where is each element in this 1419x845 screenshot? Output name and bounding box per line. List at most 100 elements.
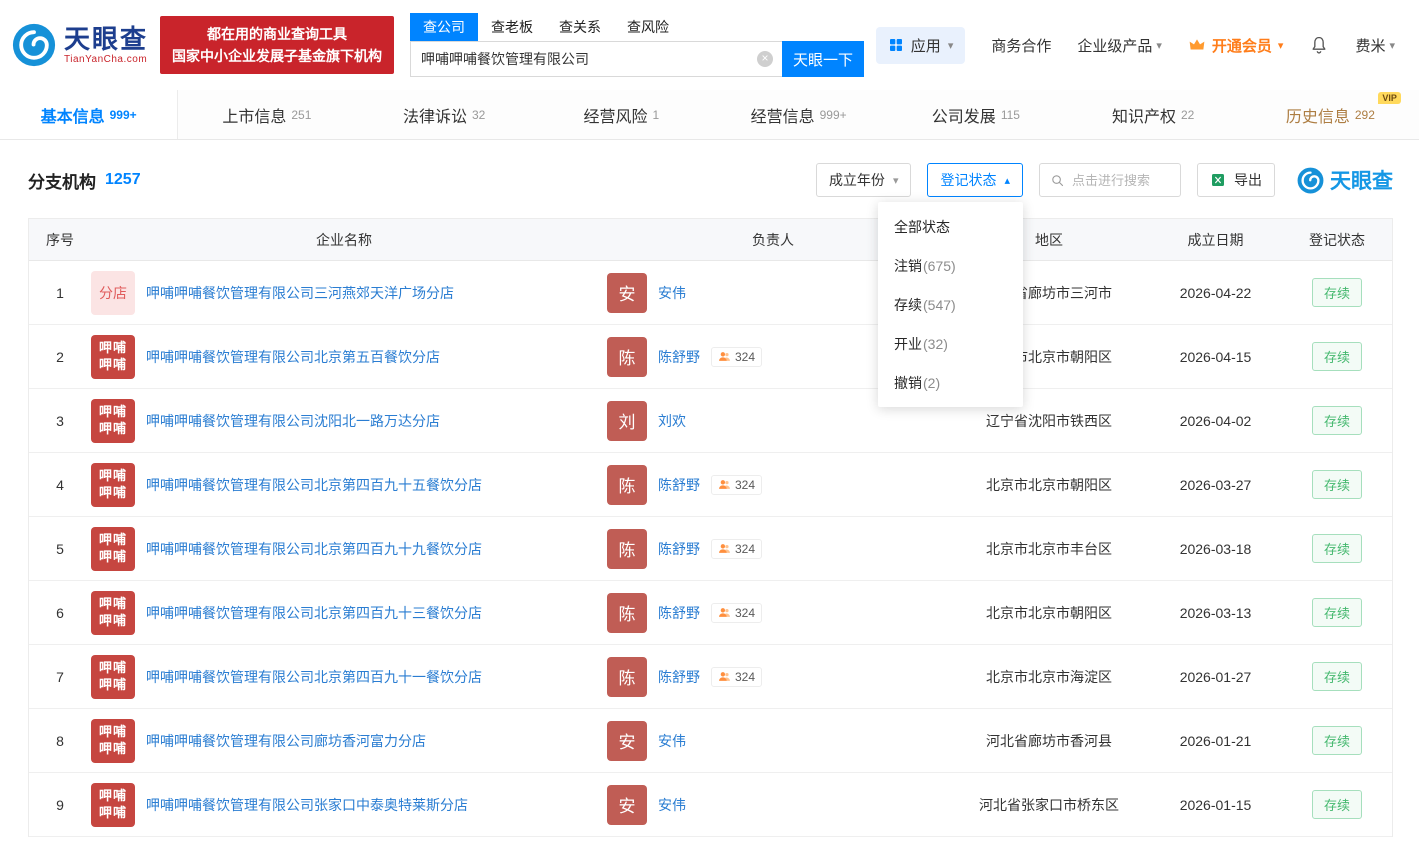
region-cell: 辽宁省沈阳市铁西区 <box>949 411 1149 431</box>
company-name-link[interactable]: 呷哺呷哺餐饮管理有限公司北京第五百餐饮分店 <box>146 347 440 367</box>
partner-count-badge[interactable]: 324 <box>711 539 762 559</box>
status-dropdown-item[interactable]: 开业 (32) <box>878 324 1023 363</box>
nav-tab[interactable]: 经营信息 999+ <box>710 90 887 139</box>
search-button[interactable]: 天眼一下 <box>782 41 864 77</box>
partner-count-badge[interactable]: 324 <box>711 603 762 623</box>
partner-count-badge[interactable]: 324 <box>711 667 762 687</box>
company-name-link[interactable]: 呷哺呷哺餐饮管理有限公司廊坊香河富力分店 <box>146 731 426 751</box>
nav-tab-label: 经营信息 <box>751 103 815 127</box>
person-name-link[interactable]: 安伟 <box>658 283 686 303</box>
status-option-count: (2) <box>923 375 940 391</box>
company-name-link[interactable]: 呷哺呷哺餐饮管理有限公司张家口中泰奥特莱斯分店 <box>146 795 468 815</box>
apps-menu-button[interactable]: 应用 ▾ <box>876 27 966 64</box>
top-header: 天眼查 TianYanCha.com 都在用的商业查询工具 国家中小企业发展子基… <box>0 0 1419 90</box>
person-avatar[interactable]: 陈 <box>607 337 647 377</box>
nav-tab[interactable]: 知识产权 22 <box>1065 90 1242 139</box>
column-header: 企业名称 <box>91 230 597 250</box>
person-cell: 安 安伟 <box>597 785 949 825</box>
company-name-link[interactable]: 呷哺呷哺餐饮管理有限公司北京第四百九十一餐饮分店 <box>146 667 482 687</box>
table-row: 7 呷哺呷哺 呷哺呷哺餐饮管理有限公司北京第四百九十一餐饮分店 陈 陈舒野 32… <box>29 645 1392 709</box>
caret-down-icon: ▾ <box>1278 39 1284 52</box>
company-name-link[interactable]: 呷哺呷哺餐饮管理有限公司沈阳北一路万达分店 <box>146 411 440 431</box>
search-type-tab[interactable]: 查关系 <box>546 13 614 41</box>
export-button[interactable]: 导出 <box>1197 163 1275 197</box>
search-type-tab[interactable]: 查老板 <box>478 13 546 41</box>
company-name-link[interactable]: 呷哺呷哺餐饮管理有限公司北京第四百九十五餐饮分店 <box>146 475 482 495</box>
nav-tab-label: 知识产权 <box>1112 103 1176 127</box>
person-avatar[interactable]: 陈 <box>607 657 647 697</box>
partner-person-icon <box>718 478 731 491</box>
brand-watermark: 天眼查 <box>1297 165 1393 195</box>
slogan-banner: 都在用的商业查询工具 国家中小企业发展子基金旗下机构 <box>160 16 394 75</box>
partner-count-value: 324 <box>735 606 755 620</box>
nav-tab[interactable]: 公司发展 115 <box>887 90 1064 139</box>
vip-upgrade-button[interactable]: 开通会员 ▾ <box>1188 35 1284 56</box>
status-dropdown-item[interactable]: 撤销 (2) <box>878 363 1023 402</box>
company-cell: 呷哺呷哺 呷哺呷哺餐饮管理有限公司北京第五百餐饮分店 <box>91 335 597 379</box>
person-avatar[interactable]: 安 <box>607 721 647 761</box>
table-body: 1 分店 呷哺呷哺餐饮管理有限公司三河燕郊天洋广场分店 安 安伟 河北省廊坊市三… <box>29 261 1392 837</box>
partner-count-badge[interactable]: 324 <box>711 347 762 367</box>
list-search-box[interactable] <box>1039 163 1181 197</box>
person-avatar[interactable]: 安 <box>607 273 647 313</box>
status-option-count: (32) <box>923 336 948 352</box>
excel-export-icon <box>1210 172 1226 188</box>
company-search-input[interactable] <box>421 51 752 67</box>
menu-item-enterprise[interactable]: 企业级产品 ▾ <box>1077 35 1162 56</box>
user-menu[interactable]: 费米 ▾ <box>1355 35 1395 56</box>
nav-tab[interactable]: 历史信息 292 VIP <box>1242 90 1419 139</box>
notification-bell-icon[interactable] <box>1309 35 1329 55</box>
person-name-link[interactable]: 安伟 <box>658 731 686 751</box>
person-avatar[interactable]: 安 <box>607 785 647 825</box>
status-dropdown-item[interactable]: 存续 (547) <box>878 285 1023 324</box>
company-name-link[interactable]: 呷哺呷哺餐饮管理有限公司北京第四百九十九餐饮分店 <box>146 539 482 559</box>
menu-item-cooperation[interactable]: 商务合作 <box>991 35 1051 56</box>
person-name-link[interactable]: 刘欢 <box>658 411 686 431</box>
person-name-link[interactable]: 安伟 <box>658 795 686 815</box>
status-filter-button[interactable]: 登记状态 ▴ 全部状态 注销 (675) 存续 (547) 开业 (32) 撤销… <box>927 163 1023 197</box>
brand-domain: TianYanCha.com <box>64 54 148 65</box>
nav-tab[interactable]: 法律诉讼 32 <box>356 90 533 139</box>
partner-count-badge[interactable]: 324 <box>711 475 762 495</box>
search-type-tab[interactable]: 查公司 <box>410 13 478 41</box>
person-avatar[interactable]: 陈 <box>607 465 647 505</box>
person-name-link[interactable]: 陈舒野 <box>658 539 700 559</box>
year-filter-button[interactable]: 成立年份 ▾ <box>816 163 912 197</box>
company-logo-badge: 分店 <box>91 271 135 315</box>
person-avatar[interactable]: 刘 <box>607 401 647 441</box>
row-index: 8 <box>29 733 91 749</box>
person-name-link[interactable]: 陈舒野 <box>658 475 700 495</box>
caret-up-icon: ▴ <box>1004 174 1010 187</box>
search-input-wrap: × <box>410 41 782 77</box>
company-logo-badge: 呷哺呷哺 <box>91 655 135 699</box>
person-name-link[interactable]: 陈舒野 <box>658 603 700 623</box>
vip-label: 开通会员 <box>1212 35 1272 56</box>
person-name-link[interactable]: 陈舒野 <box>658 347 700 367</box>
status-option-label: 开业 <box>894 334 922 354</box>
company-logo-badge: 呷哺呷哺 <box>91 527 135 571</box>
nav-tab-count: 999+ <box>820 108 847 122</box>
clear-search-icon[interactable]: × <box>757 51 773 67</box>
list-search-input[interactable] <box>1072 173 1170 188</box>
status-dropdown-item[interactable]: 全部状态 <box>878 207 1023 246</box>
search-type-tab[interactable]: 查风险 <box>614 13 682 41</box>
main-content: 分支机构 1257 成立年份 ▾ 登记状态 ▴ 全部状态 注销 (675) 存续… <box>0 140 1419 837</box>
status-cell: 存续 <box>1282 534 1392 563</box>
status-dropdown-item[interactable]: 注销 (675) <box>878 246 1023 285</box>
company-cell: 分店 呷哺呷哺餐饮管理有限公司三河燕郊天洋广场分店 <box>91 271 597 315</box>
nav-tab-label: 法律诉讼 <box>403 103 467 127</box>
person-avatar[interactable]: 陈 <box>607 529 647 569</box>
person-avatar[interactable]: 陈 <box>607 593 647 633</box>
nav-tab[interactable]: 基本信息 999+ <box>0 90 178 139</box>
status-badge: 存续 <box>1312 790 1362 819</box>
nav-tab-count: 251 <box>291 108 311 122</box>
company-name-link[interactable]: 呷哺呷哺餐饮管理有限公司北京第四百九十三餐饮分店 <box>146 603 482 623</box>
cooperation-label: 商务合作 <box>991 35 1051 56</box>
brand-logo[interactable]: 天眼查 TianYanCha.com <box>12 23 148 67</box>
status-option-count: (547) <box>923 297 956 313</box>
nav-tab[interactable]: 上市信息 251 <box>178 90 355 139</box>
nav-tab[interactable]: 经营风险 1 <box>533 90 710 139</box>
company-name-link[interactable]: 呷哺呷哺餐饮管理有限公司三河燕郊天洋广场分店 <box>146 283 454 303</box>
person-name-link[interactable]: 陈舒野 <box>658 667 700 687</box>
caret-down-icon: ▾ <box>1389 39 1395 52</box>
